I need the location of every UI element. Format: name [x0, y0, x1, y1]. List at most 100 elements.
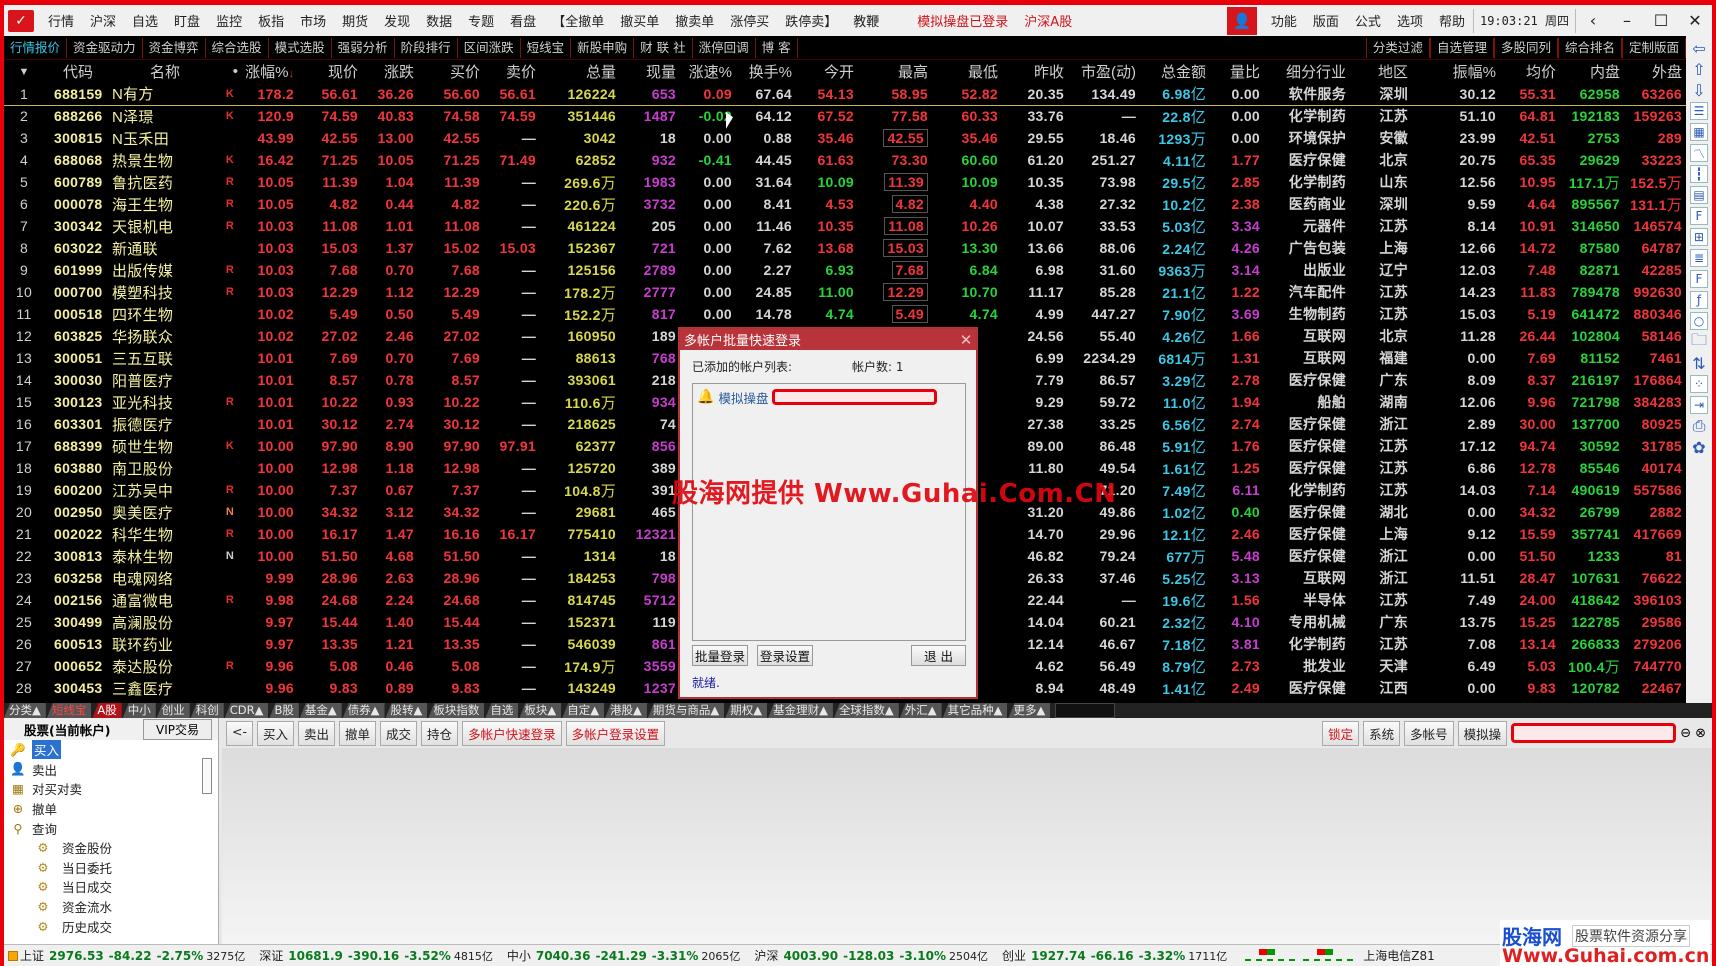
trade-toolbar-button[interactable]: <- [226, 720, 253, 746]
sort-icon[interactable]: ⇅ [1690, 354, 1708, 373]
table-row[interactable]: 2 688266 N泽璟 K 120.9 74.59 40.83 74.58 74.59 3514… [4, 105, 1686, 127]
column-header[interactable]: 买价 [418, 60, 484, 83]
menu-item[interactable]: 发现 [376, 11, 418, 30]
index-quote[interactable]: 中小 7040.36 -241.29 -3.31% 2065亿 [507, 947, 741, 964]
column-header[interactable]: 细分行业 [1264, 60, 1350, 83]
menu-item[interactable]: 看盘 [502, 11, 544, 30]
tree-item-2[interactable]: ▦ 对买对卖 [4, 779, 218, 799]
market-tab[interactable]: 中小 [122, 703, 156, 718]
f12-icon[interactable]: F [1690, 270, 1708, 288]
subbar-tab[interactable]: 定制版面 [1621, 37, 1686, 58]
tree-item-3[interactable]: ⊕ 撤单 [4, 799, 218, 819]
menu-item[interactable]: 撤买单 [612, 11, 667, 30]
table-row[interactable]: 10 000700 模塑科技 R 10.03 12.29 1.12 12.29 — 178.2万 2… [4, 281, 1686, 303]
subbar-tab[interactable]: 综合排名 [1557, 37, 1622, 58]
menu-item[interactable]: 教鞭 [845, 11, 887, 30]
trade-toolbar-button[interactable]: 卖出 [298, 720, 336, 746]
menu-item[interactable]: 选项 [1389, 11, 1431, 30]
column-header[interactable]: 市盈(动) [1068, 60, 1140, 83]
query-item[interactable]: ⚙ 当日委托 [4, 858, 218, 878]
subbar-tab[interactable]: 行情报价 [4, 37, 68, 58]
subbar-tab[interactable]: 短线宝 [521, 37, 572, 58]
market-tab[interactable]: 港股▲ [605, 703, 647, 718]
tree-item-1[interactable]: 👤 卖出 [4, 760, 218, 780]
column-header[interactable]: 昨收 [1002, 60, 1068, 83]
table-row[interactable]: 7 300342 天银机电 R 10.03 11.08 1.01 11.08 — 461224 20… [4, 215, 1686, 237]
menu-item[interactable]: 盯盘 [166, 11, 208, 30]
market-tab[interactable]: 科创 [190, 703, 224, 718]
minimize-icon[interactable]: – [1610, 11, 1644, 30]
column-header[interactable]: 最低 [932, 60, 1002, 83]
close-icon[interactable]: ✕ [1678, 11, 1712, 30]
subbar-tab[interactable]: 强弱分析 [332, 37, 395, 58]
tree-icon[interactable]: ⊞ [1690, 228, 1708, 246]
subbar-tab[interactable]: 区间涨跌 [458, 37, 521, 58]
trade-right-button[interactable]: 模拟操 [1457, 720, 1508, 746]
market-tab[interactable]: 股转▲ [385, 703, 428, 718]
menu-item[interactable]: 市场 [292, 11, 334, 30]
menu-item[interactable]: 专题 [460, 11, 502, 30]
table-row[interactable]: 5 600789 鲁抗医药 R 10.05 11.39 1.04 11.39 — 269.6万 19… [4, 171, 1686, 193]
query-item[interactable]: ⚙ 资金股份 [4, 838, 218, 858]
notes-icon[interactable]: ≣ [1690, 249, 1708, 267]
plugin-icon[interactable]: ✿ [1690, 438, 1708, 457]
scatter-icon[interactable]: ⁘ [1690, 375, 1708, 393]
grid-view-icon[interactable]: ▦ [1690, 123, 1708, 141]
back-icon[interactable]: ‹ [1576, 11, 1610, 30]
market-tab[interactable]: 创业 [156, 703, 190, 718]
menu-item[interactable]: 【全撤单 [544, 11, 612, 30]
menu-item[interactable]: 功能 [1263, 11, 1305, 30]
circle-icon[interactable]: ○ [1690, 312, 1708, 330]
table-row[interactable]: 6 000078 海王生物 R 10.05 4.82 0.44 4.82 — 220.6万 3732… [4, 193, 1686, 215]
market-tab[interactable]: 基金▲ [299, 703, 342, 718]
subbar-tab[interactable]: 阶段排行 [395, 37, 458, 58]
login-settings-button[interactable]: 登录设置 [757, 645, 813, 666]
menu-item[interactable]: 监控 [208, 11, 250, 30]
trade-right-button[interactable]: 锁定 [1322, 720, 1360, 746]
formula-icon[interactable]: ƒ [1690, 291, 1708, 309]
subbar-tab[interactable]: 自选管理 [1429, 37, 1494, 58]
market-tab[interactable]: 其它品种▲ [942, 703, 1008, 718]
menu-item[interactable]: 板指 [250, 11, 292, 30]
column-header[interactable]: 换手% [736, 60, 796, 83]
quote-list-icon[interactable]: ☰ [1690, 102, 1708, 120]
menu-item[interactable]: 期货 [334, 11, 376, 30]
trade-toolbar-button[interactable]: 买入 [256, 720, 294, 746]
market-tab[interactable]: 全球指数▲ [833, 703, 899, 718]
subbar-tab[interactable]: 分类过滤 [1365, 37, 1430, 58]
market-tab[interactable]: 更多▲ [1008, 703, 1051, 718]
subbar-tab[interactable]: 涨停回调 [693, 37, 756, 58]
menu-item[interactable]: 公式 [1347, 11, 1389, 30]
multi-account-button[interactable]: 多帐户登录设置 [565, 720, 666, 746]
table-row[interactable]: 11 000518 四环生物 10.02 5.49 0.50 5.49 — 152.2万 817 0… [4, 303, 1686, 325]
market-tab[interactable]: B股 [269, 703, 299, 718]
tree-item-4[interactable]: ⚲ 查询 [4, 818, 218, 838]
table-row[interactable]: 1 688159 N有方 K 178.2 56.61 36.26 56.60 56.61 1262… [4, 83, 1686, 106]
column-header[interactable]: 现量 [620, 60, 680, 83]
close-panel-icon[interactable]: ⊗ [1695, 726, 1706, 741]
index-quote[interactable]: 沪深 4003.90 -128.03 -3.10% 2504亿 [754, 947, 988, 964]
column-header[interactable]: 名称 [112, 60, 222, 83]
menu-item[interactable]: 撤卖单 [667, 11, 722, 30]
table-row[interactable]: 9 601999 出版传媒 R 10.03 7.68 0.70 7.68 — 125156 2789… [4, 259, 1686, 281]
trade-right-button[interactable]: 多帐号 [1404, 720, 1454, 746]
tab-scrollbar[interactable] [1055, 703, 1116, 718]
menu-item[interactable]: 数据 [418, 11, 460, 30]
index-quote[interactable]: 上证 2976.53 -84.22 -2.75% 3275亿 [20, 947, 245, 964]
market-tab[interactable]: 自选 [485, 703, 519, 718]
menu-item[interactable]: 沪深 [82, 11, 124, 30]
status-item[interactable]: 沪深A股 [1016, 11, 1080, 30]
subbar-tab[interactable]: 新股申购 [571, 37, 635, 58]
market-tab[interactable]: 外汇▲ [899, 703, 942, 718]
column-header[interactable]: 最高 [858, 60, 932, 83]
query-item[interactable]: ⚙ 资金流水 [4, 897, 218, 917]
market-tab[interactable]: 基金理财▲ [768, 703, 833, 718]
f10-icon[interactable]: F [1690, 207, 1708, 225]
tree-item-0[interactable]: 🔑 买入 [4, 740, 218, 760]
subbar-tab[interactable]: 多股同列 [1493, 37, 1558, 58]
tree-scrollbar[interactable] [202, 758, 212, 794]
market-tab[interactable]: CDR▲ [224, 703, 269, 718]
column-header[interactable]: 总金额 [1140, 60, 1210, 83]
menu-item[interactable]: 行情 [40, 11, 82, 30]
column-header[interactable]: 涨幅%↓ [242, 60, 298, 83]
